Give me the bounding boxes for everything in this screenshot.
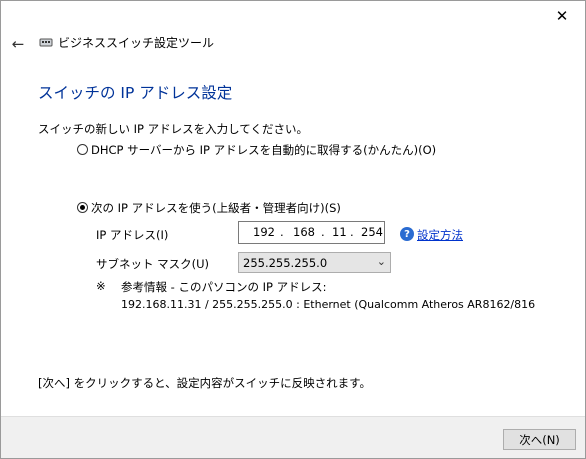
button-bar xyxy=(1,416,585,458)
footer-instruction: [次へ] をクリックすると、設定内容がスイッチに反映されます。 xyxy=(38,376,372,390)
ip-octet-3[interactable]: 11 xyxy=(332,225,347,239)
manual-ip-radio[interactable] xyxy=(77,202,88,213)
ip-dot: . xyxy=(350,225,354,239)
subnet-mask-dropdown[interactable]: 255.255.255.0 ⌄ xyxy=(238,252,391,273)
subnet-mask-label: サブネット マスク(U) xyxy=(96,257,210,271)
ip-octet-2[interactable]: 168 xyxy=(293,225,315,239)
close-button[interactable]: ✕ xyxy=(539,1,585,31)
note-ip-info: 192.168.11.31 / 255.255.255.0 : Ethernet… xyxy=(121,298,535,311)
page-title: スイッチの IP アドレス設定 xyxy=(38,84,233,102)
manual-ip-option-label[interactable]: 次の IP アドレスを使う(上級者・管理者向け)(S) xyxy=(91,200,341,216)
app-title: ビジネススイッチ設定ツール xyxy=(58,36,215,50)
instruction-text: スイッチの新しい IP アドレスを入力してください。 xyxy=(38,122,308,136)
help-link[interactable]: 設定方法 xyxy=(417,227,463,243)
dhcp-radio[interactable] xyxy=(77,144,88,155)
ip-octet-1[interactable]: 192 xyxy=(253,225,275,239)
ip-octet-4[interactable]: 254 xyxy=(361,225,383,239)
ip-dot: . xyxy=(280,225,284,239)
chevron-down-icon: ⌄ xyxy=(376,255,386,268)
app-window: ✕ ← ビジネススイッチ設定ツール スイッチの IP アドレス設定 スイッチの新… xyxy=(0,0,586,459)
note-label: 参考情報 - このパソコンの IP アドレス: xyxy=(121,280,327,294)
ip-address-field[interactable]: 192 . 168 . 11 . 254 xyxy=(238,221,385,244)
ip-dot: . xyxy=(321,225,325,239)
ip-address-label: IP アドレス(I) xyxy=(96,228,169,242)
dhcp-option-label[interactable]: DHCP サーバーから IP アドレスを自動的に取得する(かんたん)(O) xyxy=(91,142,436,158)
switch-device-icon xyxy=(39,38,53,47)
note-mark: ※ xyxy=(96,279,106,293)
help-icon[interactable]: ? xyxy=(400,227,414,241)
title-bar: ✕ xyxy=(1,1,585,31)
subnet-mask-value: 255.255.255.0 xyxy=(243,256,328,270)
next-button[interactable]: 次へ(N) xyxy=(503,429,576,450)
back-arrow-icon[interactable]: ← xyxy=(7,33,29,55)
